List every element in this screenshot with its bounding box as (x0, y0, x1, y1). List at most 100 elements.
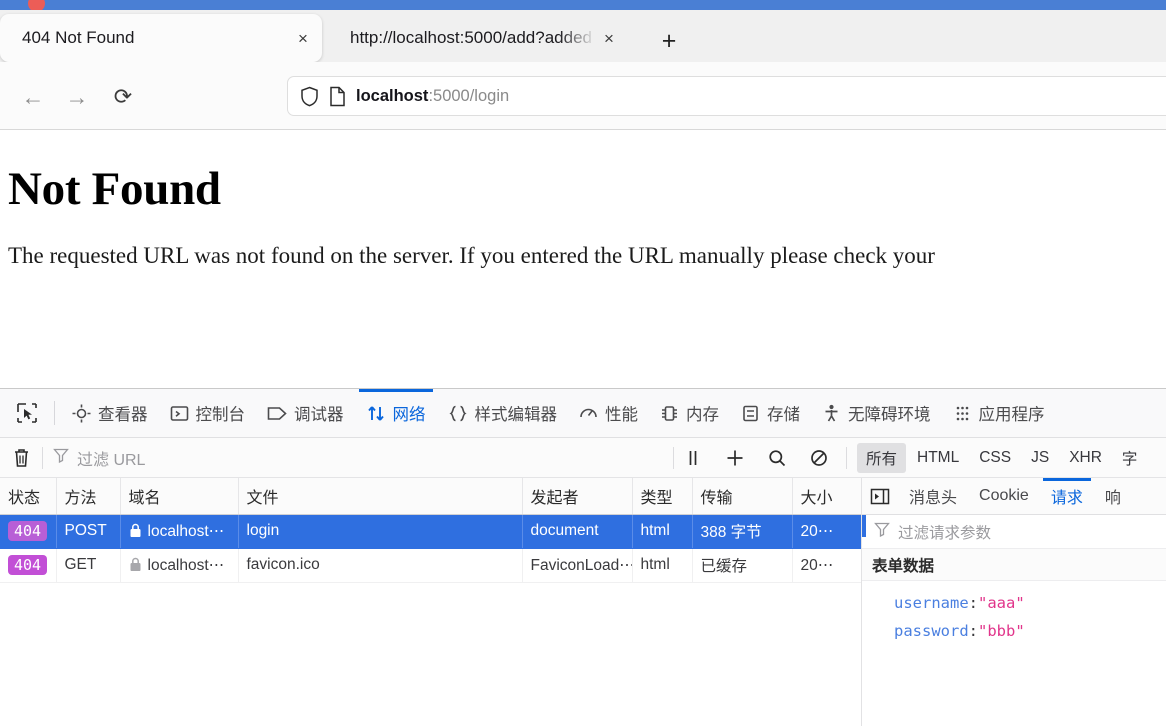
status-badge: 404 (8, 521, 48, 541)
list-item[interactable]: username: "aaa" (862, 589, 1166, 617)
devtools-tab-label: 查看器 (98, 406, 148, 424)
param-value: "bbb" (978, 622, 1025, 640)
reload-icon[interactable]: ⟳ (108, 82, 138, 112)
style-editor-icon (448, 404, 468, 423)
cell-domain-text: localhost⋯ (147, 556, 225, 574)
devtools-tab-label: 存储 (767, 406, 800, 424)
devtools-tab-memory[interactable]: 内存 (649, 389, 730, 438)
forward-icon[interactable]: → (62, 82, 92, 112)
type-filter-js[interactable]: JS (1022, 445, 1058, 471)
url-path: :5000/login (428, 86, 510, 105)
filterbar-action-icons (674, 443, 838, 473)
cell-method: GET (56, 548, 121, 583)
devtools-tab-performance[interactable]: 性能 (568, 389, 649, 438)
cell-type: html (632, 548, 693, 583)
details-tab-response[interactable]: 响 (1094, 478, 1132, 515)
performance-icon (579, 404, 598, 423)
param-separator: : (968, 594, 978, 612)
new-tab-button[interactable]: + (655, 28, 683, 56)
console-icon (170, 404, 189, 423)
page-viewport: Not Found The requested URL was not foun… (0, 131, 1166, 388)
column-header-domain[interactable]: 域名 (120, 478, 239, 515)
pause-icon[interactable] (674, 443, 712, 473)
column-header-file[interactable]: 文件 (238, 478, 523, 515)
browser-tab-title: http://localhost:5000/add?added (350, 28, 592, 47)
type-filter-xhr[interactable]: XHR (1060, 445, 1111, 471)
browser-window: 404 Not Found × http://localhost:5000/ad… (0, 0, 1166, 726)
devtools-tab-inspector[interactable]: 查看器 (61, 389, 159, 438)
devtools-tab-application[interactable]: 应用程序 (942, 389, 1056, 438)
panel-toggle-icon[interactable] (862, 488, 898, 505)
status-badge: 404 (8, 555, 48, 575)
column-header-initiator[interactable]: 发起者 (522, 478, 633, 515)
cell-domain: localhost⋯ (120, 548, 239, 583)
network-request-list[interactable]: 状态 方法 域名 文件 发起者 类型 传输 大小 404 POST localh… (0, 478, 861, 726)
filterbar-separator (846, 446, 847, 469)
devtools-tab-label: 无障碍环境 (848, 406, 931, 424)
cell-initiator: document (522, 514, 633, 549)
block-icon[interactable] (800, 443, 838, 473)
column-header-transferred[interactable]: 传输 (692, 478, 793, 515)
devtools-tab-label: 内存 (686, 406, 719, 424)
cell-status: 404 (0, 514, 57, 549)
network-icon (366, 404, 386, 423)
page-icon[interactable] (329, 86, 346, 107)
navigation-bar: ← → ⟳ localhost:5000/login (0, 62, 1166, 130)
devtools-tab-style-editor[interactable]: 样式编辑器 (437, 389, 569, 438)
devtools-tab-network[interactable]: 网络 (355, 388, 437, 438)
close-icon[interactable]: × (290, 30, 316, 47)
trash-icon[interactable] (0, 447, 42, 468)
url-host: localhost (356, 86, 429, 105)
details-tab-cookie[interactable]: Cookie (968, 478, 1040, 515)
details-tab-headers[interactable]: 消息头 (898, 478, 968, 515)
browser-tab-title: 404 Not Found (22, 28, 135, 47)
debugger-icon (267, 404, 287, 423)
plus-icon[interactable] (716, 443, 754, 473)
column-header-status[interactable]: 状态 (0, 478, 57, 515)
search-icon[interactable] (758, 443, 796, 473)
type-filter-font[interactable]: 字 (1113, 443, 1147, 473)
details-tab-request[interactable]: 请求 (1040, 477, 1094, 515)
url-filter-input[interactable]: 过滤 URL (53, 445, 673, 471)
address-bar[interactable]: localhost:5000/login (287, 76, 1166, 116)
form-data-section-title[interactable]: 表单数据 (862, 549, 1166, 581)
accessibility-icon (822, 404, 841, 423)
type-filter-html[interactable]: HTML (908, 445, 968, 471)
shield-icon[interactable] (300, 86, 319, 107)
devtools-tab-label: 样式编辑器 (474, 406, 558, 424)
list-item[interactable]: password: "bbb" (862, 617, 1166, 645)
close-icon[interactable]: × (596, 30, 622, 47)
window-titlebar (0, 0, 1166, 12)
lock-icon (129, 557, 142, 572)
toolbar-separator (54, 401, 55, 425)
element-picker-icon[interactable] (6, 395, 48, 431)
column-header-size[interactable]: 大小 (792, 478, 861, 515)
cell-type: html (632, 514, 693, 549)
back-icon[interactable]: ← (18, 82, 48, 112)
request-params-filter-placeholder: 过滤请求参数 (898, 524, 992, 542)
page-title: Not Found (8, 163, 221, 215)
request-details-tabs: 消息头 Cookie 请求 响 (862, 477, 1166, 515)
type-filter-css[interactable]: CSS (970, 445, 1020, 471)
browser-tab-404-not-found[interactable]: 404 Not Found × (0, 14, 322, 62)
type-filter-all[interactable]: 所有 (857, 442, 907, 473)
table-row[interactable]: 404 POST localhost⋯ login document html … (0, 514, 861, 549)
param-key: password (894, 622, 969, 640)
column-header-type[interactable]: 类型 (632, 478, 693, 515)
browser-tab-add[interactable]: http://localhost:5000/add?added × (328, 14, 628, 62)
request-params-filter-input[interactable]: 过滤请求参数 (862, 515, 1166, 549)
devtools-tab-debugger[interactable]: 调试器 (256, 389, 355, 438)
filterbar-separator (42, 446, 43, 469)
devtools-tab-accessibility[interactable]: 无障碍环境 (811, 389, 942, 438)
cell-size: 20⋯ (792, 514, 861, 549)
table-header-row: 状态 方法 域名 文件 发起者 类型 传输 大小 (0, 478, 861, 515)
column-header-method[interactable]: 方法 (56, 478, 121, 515)
panel-accent-bar (862, 515, 866, 537)
devtools-tab-storage[interactable]: 存储 (730, 389, 811, 438)
devtools-tab-console[interactable]: 控制台 (159, 389, 257, 438)
request-details-panel: 消息头 Cookie 请求 响 过滤请求参数 表单数据 username: "a… (861, 477, 1166, 726)
devtools-tab-label: 性能 (605, 406, 638, 424)
table-row[interactable]: 404 GET localhost⋯ favicon.ico FaviconLo… (0, 548, 861, 583)
param-key: username (894, 594, 969, 612)
address-bar-text: localhost:5000/login (356, 87, 509, 106)
